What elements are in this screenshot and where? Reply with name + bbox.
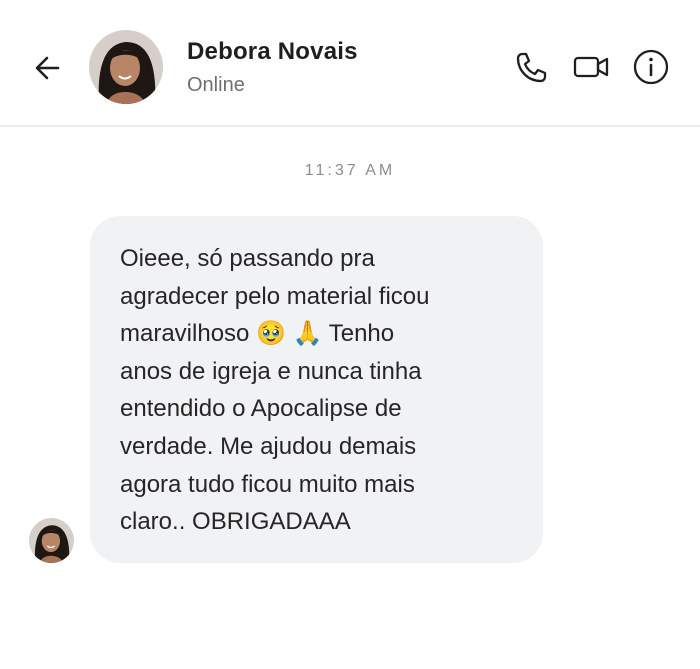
avatar-photo [89, 30, 163, 104]
avatar[interactable] [89, 30, 163, 104]
contact-name: Debora Novais [187, 38, 358, 65]
avatar-photo [29, 518, 74, 563]
message-timestamp: 11:37 AM [304, 162, 396, 179]
message-line: agora tudo ficou muito mais [120, 470, 415, 498]
contact-status: Online [187, 74, 245, 96]
message-line: claro.. OBRIGADAAA [120, 508, 351, 536]
video-camera-icon[interactable] [572, 48, 610, 86]
message-line: maravilhoso 🥹 🙏 Tenho [120, 320, 395, 348]
message-line: verdade. Me ajudou demais [120, 432, 417, 460]
message-bubble[interactable]: Oieee, só passando pra agradecer pelo ma… [90, 216, 543, 563]
phone-icon[interactable] [513, 48, 551, 86]
message-line: Oieee, só passando pra [120, 245, 375, 272]
message-line: entendido o Apocalipse de [120, 395, 402, 423]
message-line: agradecer pelo material ficou [120, 282, 430, 310]
info-icon[interactable] [632, 48, 670, 86]
message-line: anos de igreja e nunca tinha [120, 357, 422, 385]
message-text: Oieee, só passando pra agradecer pelo ma… [120, 240, 523, 541]
sender-avatar[interactable] [29, 518, 74, 563]
arrow-left-icon[interactable] [30, 50, 66, 86]
chat-header: Debora Novais Online [0, 0, 700, 127]
